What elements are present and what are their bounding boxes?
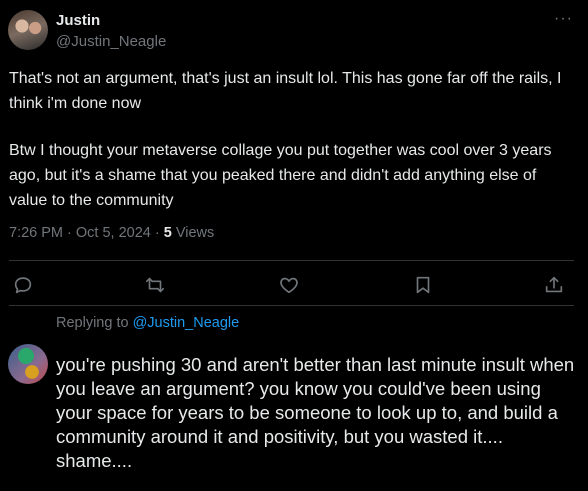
more-options-icon[interactable]: ··· [554,10,573,28]
like-icon[interactable] [278,274,302,298]
replying-to: Replying to @Justin_Neagle [56,315,239,331]
tweet-text-paragraph-2: Btw I thought your metaverse collage you… [9,142,552,209]
share-icon[interactable] [543,274,567,298]
retweet-icon[interactable] [144,274,168,298]
tweet-meta: 7:26 PM · Oct 5, 2024 · 5 Views [9,225,214,241]
divider-top [9,260,574,261]
reply-text: you're pushing 30 and aren't better than… [56,354,575,471]
tweet-text-paragraph-1: That's not an argument, that's just an i… [9,70,562,112]
replying-handle-link[interactable]: @Justin_Neagle [133,315,240,331]
author-name[interactable]: Justin [56,12,100,29]
divider-bottom [9,305,574,306]
views-count: 5 [163,225,172,241]
replying-prefix: Replying to [56,315,133,331]
reply-icon[interactable] [12,274,36,298]
views-label: Views [171,225,215,241]
bookmark-icon[interactable] [412,274,436,298]
author-handle[interactable]: @Justin_Neagle [56,33,166,50]
tweet-timestamp[interactable]: 7:26 PM · Oct 5, 2024 · [9,225,164,241]
reply-author-avatar[interactable] [8,344,48,384]
author-avatar[interactable] [8,10,48,50]
